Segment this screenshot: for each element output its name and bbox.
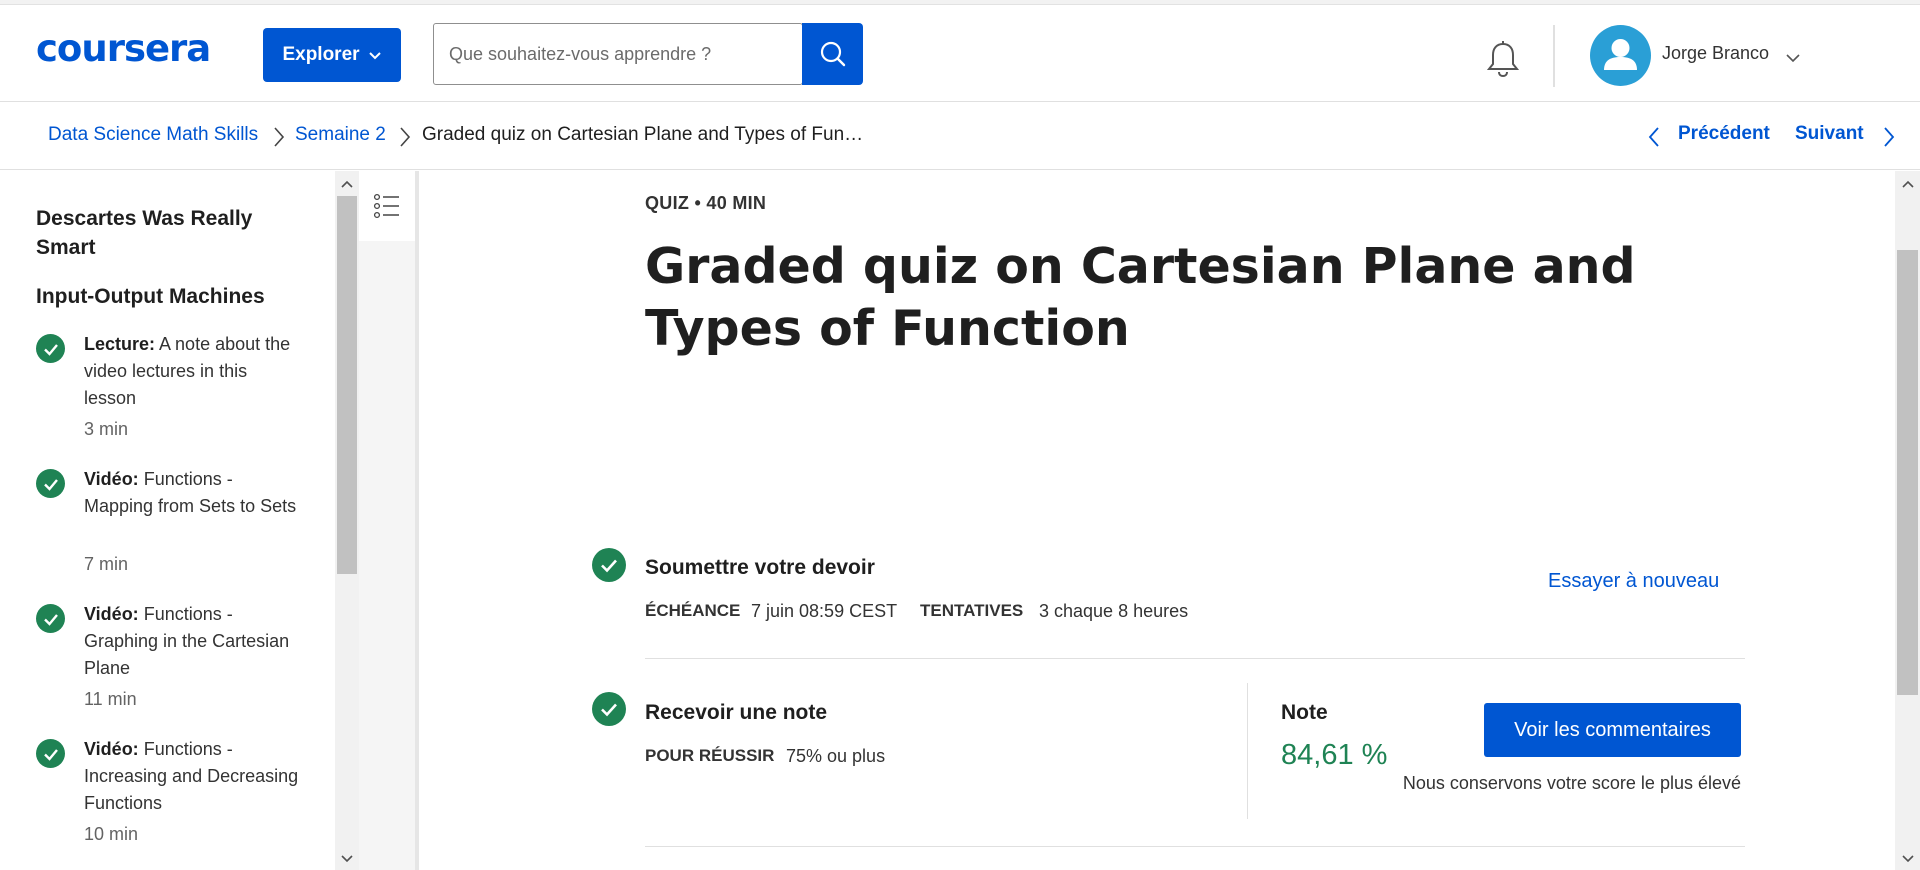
completed-check-icon bbox=[36, 334, 65, 363]
retry-link[interactable]: Essayer à nouveau bbox=[1548, 570, 1719, 593]
header-divider bbox=[1553, 25, 1555, 87]
site-header: coursera Explorer Jorge Branco bbox=[0, 5, 1920, 102]
completed-check-icon bbox=[36, 604, 65, 633]
breadcrumb: Data Science Math Skills Semaine 2 Grade… bbox=[0, 102, 1920, 170]
search-button[interactable] bbox=[802, 23, 863, 85]
breadcrumb-current: Graded quiz on Cartesian Plane and Types… bbox=[422, 124, 864, 145]
content-kicker: QUIZ • 40 MIN bbox=[645, 193, 767, 213]
sidebar-scrollbar-thumb[interactable] bbox=[337, 196, 357, 574]
next-link[interactable]: Suivant bbox=[1795, 123, 1864, 145]
grade-value: 84,61 % bbox=[1281, 739, 1388, 771]
chevron-down-icon bbox=[368, 52, 381, 60]
search-input[interactable] bbox=[434, 24, 804, 84]
grade-label: Note bbox=[1281, 701, 1328, 724]
item-duration: 3 min bbox=[84, 419, 129, 439]
scroll-up-arrow-icon[interactable] bbox=[1896, 173, 1920, 195]
section-title: Descartes Was Really Smart bbox=[36, 207, 253, 259]
explore-label: Explorer bbox=[282, 44, 360, 65]
item-type: Lecture: bbox=[84, 334, 156, 354]
user-name[interactable]: Jorge Branco bbox=[1662, 43, 1769, 64]
chevron-left-icon[interactable] bbox=[1647, 126, 1661, 148]
chevron-right-icon bbox=[400, 127, 411, 147]
item-type: Vidéo: bbox=[84, 604, 139, 624]
item-duration: 10 min bbox=[84, 824, 139, 844]
previous-link[interactable]: Précédent bbox=[1678, 123, 1770, 145]
view-feedback-button[interactable]: Voir les commentaires bbox=[1484, 703, 1741, 757]
completed-check-icon bbox=[36, 739, 65, 768]
section-title: Input-Output Machines bbox=[36, 285, 265, 308]
highest-score-note: Nous conservons votre score le plus élev… bbox=[1402, 773, 1741, 793]
grade-step-title: Recevoir une note bbox=[645, 701, 828, 724]
breadcrumb-week[interactable]: Semaine 2 bbox=[295, 124, 386, 146]
scroll-up-arrow-icon[interactable] bbox=[335, 173, 359, 195]
search-box bbox=[433, 23, 804, 85]
chevron-down-icon[interactable] bbox=[1785, 50, 1801, 66]
outline-toggle-button[interactable] bbox=[359, 171, 415, 241]
divider bbox=[1247, 683, 1248, 819]
chevron-right-icon bbox=[274, 127, 285, 147]
completed-check-icon bbox=[592, 692, 626, 726]
completed-check-icon bbox=[592, 548, 626, 582]
avatar[interactable] bbox=[1590, 25, 1651, 86]
item-duration: 11 min bbox=[84, 689, 137, 709]
outline-toggle-panel bbox=[359, 171, 419, 870]
pass-label: POUR RÉUSSIR bbox=[645, 746, 775, 765]
explore-button[interactable]: Explorer bbox=[263, 28, 401, 82]
pass-value: 75% ou plus bbox=[786, 746, 886, 766]
item-type: Vidéo: bbox=[84, 469, 139, 489]
notification-bell-icon[interactable] bbox=[1484, 39, 1522, 79]
user-icon bbox=[1604, 39, 1637, 70]
attempts-label: TENTATIVES bbox=[920, 601, 1024, 620]
page-title: Graded quiz on Cartesian Plane and Types… bbox=[645, 238, 1636, 357]
divider bbox=[645, 658, 1745, 659]
list-icon bbox=[373, 193, 399, 219]
coursera-logo[interactable]: coursera bbox=[36, 27, 211, 70]
outline-item-video[interactable]: Vidéo: Functions - Mapping from Sets to … bbox=[84, 466, 299, 520]
deadline-label: ÉCHÉANCE bbox=[645, 601, 741, 620]
main-scrollbar-thumb[interactable] bbox=[1897, 250, 1918, 695]
scroll-down-arrow-icon[interactable] bbox=[1896, 848, 1920, 870]
submit-step-title: Soumettre votre devoir bbox=[645, 556, 875, 579]
chevron-right-icon[interactable] bbox=[1882, 126, 1896, 148]
scroll-down-arrow-icon[interactable] bbox=[335, 848, 359, 870]
attempts-value: 3 chaque 8 heures bbox=[1039, 601, 1189, 621]
completed-check-icon bbox=[36, 469, 65, 498]
breadcrumb-course[interactable]: Data Science Math Skills bbox=[48, 124, 258, 146]
search-icon bbox=[820, 41, 845, 67]
deadline-value: 7 juin 08:59 CEST bbox=[751, 601, 898, 621]
outline-item-video[interactable]: Vidéo: Functions - Graphing in the Carte… bbox=[84, 601, 299, 682]
course-outline-sidebar: Descartes Was Really Smart Input-Output … bbox=[0, 171, 335, 870]
outline-item-video[interactable]: Vidéo: Functions - Increasing and Decrea… bbox=[84, 736, 299, 817]
item-type: Vidéo: bbox=[84, 739, 139, 759]
item-duration: 7 min bbox=[84, 554, 129, 574]
outline-item-lecture[interactable]: Lecture: A note about the video lectures… bbox=[84, 331, 299, 412]
divider bbox=[645, 846, 1745, 847]
